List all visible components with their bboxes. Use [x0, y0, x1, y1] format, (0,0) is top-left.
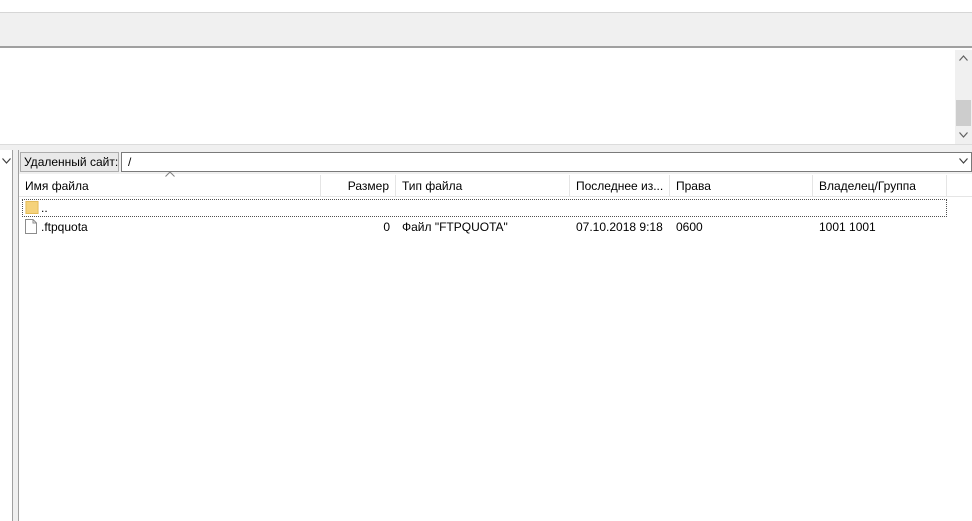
file-permissions: 0600 — [676, 220, 703, 234]
file-size: 0 — [383, 220, 390, 234]
column-header-owner[interactable]: Владелец/Группа — [813, 175, 947, 197]
remote-path-dropdown[interactable] — [955, 152, 972, 172]
column-header-type[interactable]: Тип файла — [396, 175, 570, 197]
chevron-down-icon — [959, 158, 968, 164]
column-header-name[interactable]: Имя файла — [19, 175, 321, 197]
column-header-modified[interactable]: Последнее из... — [570, 175, 670, 197]
file-owner: 1001 1001 — [819, 220, 876, 234]
quickconnect-bar — [0, 13, 972, 48]
column-header-permissions[interactable]: Права — [670, 175, 813, 197]
chevron-down-icon — [959, 132, 968, 138]
local-path-dropdown[interactable] — [0, 151, 13, 173]
message-log — [0, 50, 972, 144]
remote-path-input[interactable]: / — [121, 152, 972, 172]
scroll-down-icon[interactable] — [955, 127, 972, 144]
file-name: .. — [41, 201, 48, 215]
chevron-up-icon — [959, 55, 968, 61]
scrollbar-thumb[interactable] — [956, 100, 971, 126]
file-type: Файл "FTPQUOTA" — [402, 220, 508, 234]
file-modified: 07.10.2018 9:18 — [576, 220, 663, 234]
folder-icon — [25, 200, 39, 217]
file-icon — [25, 219, 37, 237]
column-header-size[interactable]: Размер — [321, 175, 396, 197]
chevron-down-icon — [2, 158, 11, 164]
scroll-up-icon[interactable] — [955, 50, 972, 67]
remote-site-label: Удаленный сайт: — [20, 152, 119, 172]
file-name: .ftpquota — [41, 220, 88, 234]
top-menu-bar — [0, 0, 972, 13]
local-pane — [0, 150, 13, 521]
